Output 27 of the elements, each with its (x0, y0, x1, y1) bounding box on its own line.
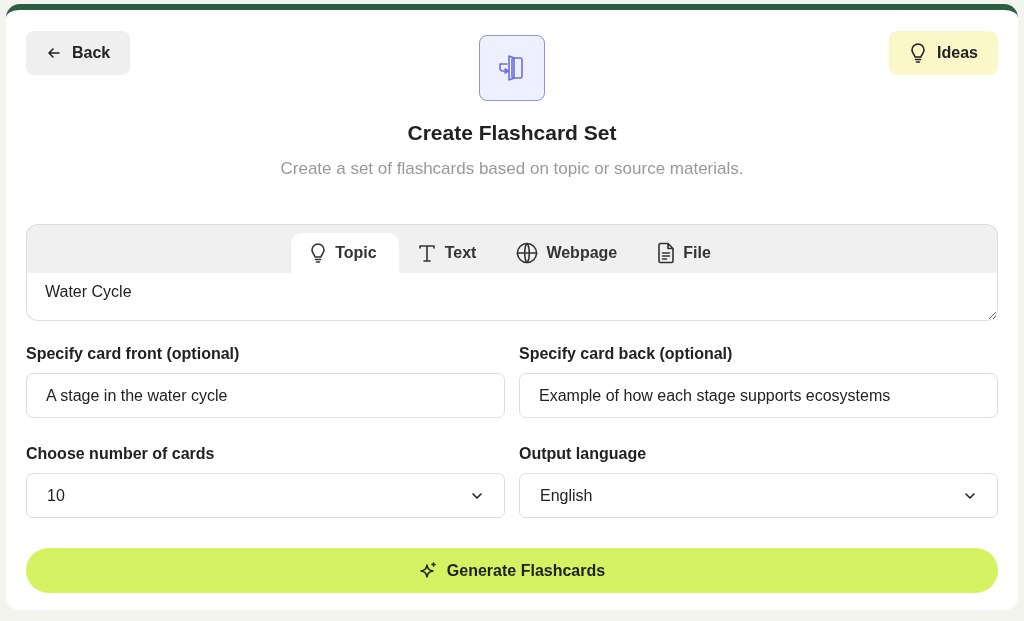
card-back-input[interactable]: Example of how each stage supports ecosystems (519, 373, 998, 418)
language-select[interactable]: English (519, 473, 998, 518)
sparkle-icon (418, 561, 437, 580)
page-title: Create Flashcard Set (406, 121, 618, 145)
source-tab[interactable]: Text (398, 233, 499, 273)
ideas-button[interactable]: Ideas (889, 31, 998, 75)
arrow-left-icon (46, 45, 62, 61)
field-label: Specify card front (optional) (26, 345, 241, 363)
select-value: English (540, 486, 593, 505)
lightbulb-icon (309, 243, 328, 263)
globe-icon (516, 242, 539, 264)
field-label: Choose number of cards (26, 445, 216, 463)
source-tab[interactable]: Webpage (498, 233, 640, 273)
card-count-select[interactable]: 10 (26, 473, 505, 518)
select-value: 10 (47, 486, 65, 505)
back-button[interactable]: Back (26, 31, 131, 75)
generate-button[interactable]: Generate Flashcards (26, 548, 998, 593)
page-subtitle: Create a set of flashcards based on topic or source materials. (279, 159, 745, 179)
field-label: Specify card back (optional) (519, 345, 734, 363)
text-icon (416, 243, 437, 263)
topic-input[interactable]: Water Cycle (26, 273, 998, 321)
lightbulb-icon (909, 43, 928, 63)
document-icon (657, 242, 676, 264)
field-label: Output language (519, 445, 648, 463)
source-tab[interactable]: File (639, 233, 733, 273)
card-front-input[interactable]: A stage in the water cycle (26, 373, 505, 418)
source-tab[interactable]: Topic (291, 233, 399, 273)
